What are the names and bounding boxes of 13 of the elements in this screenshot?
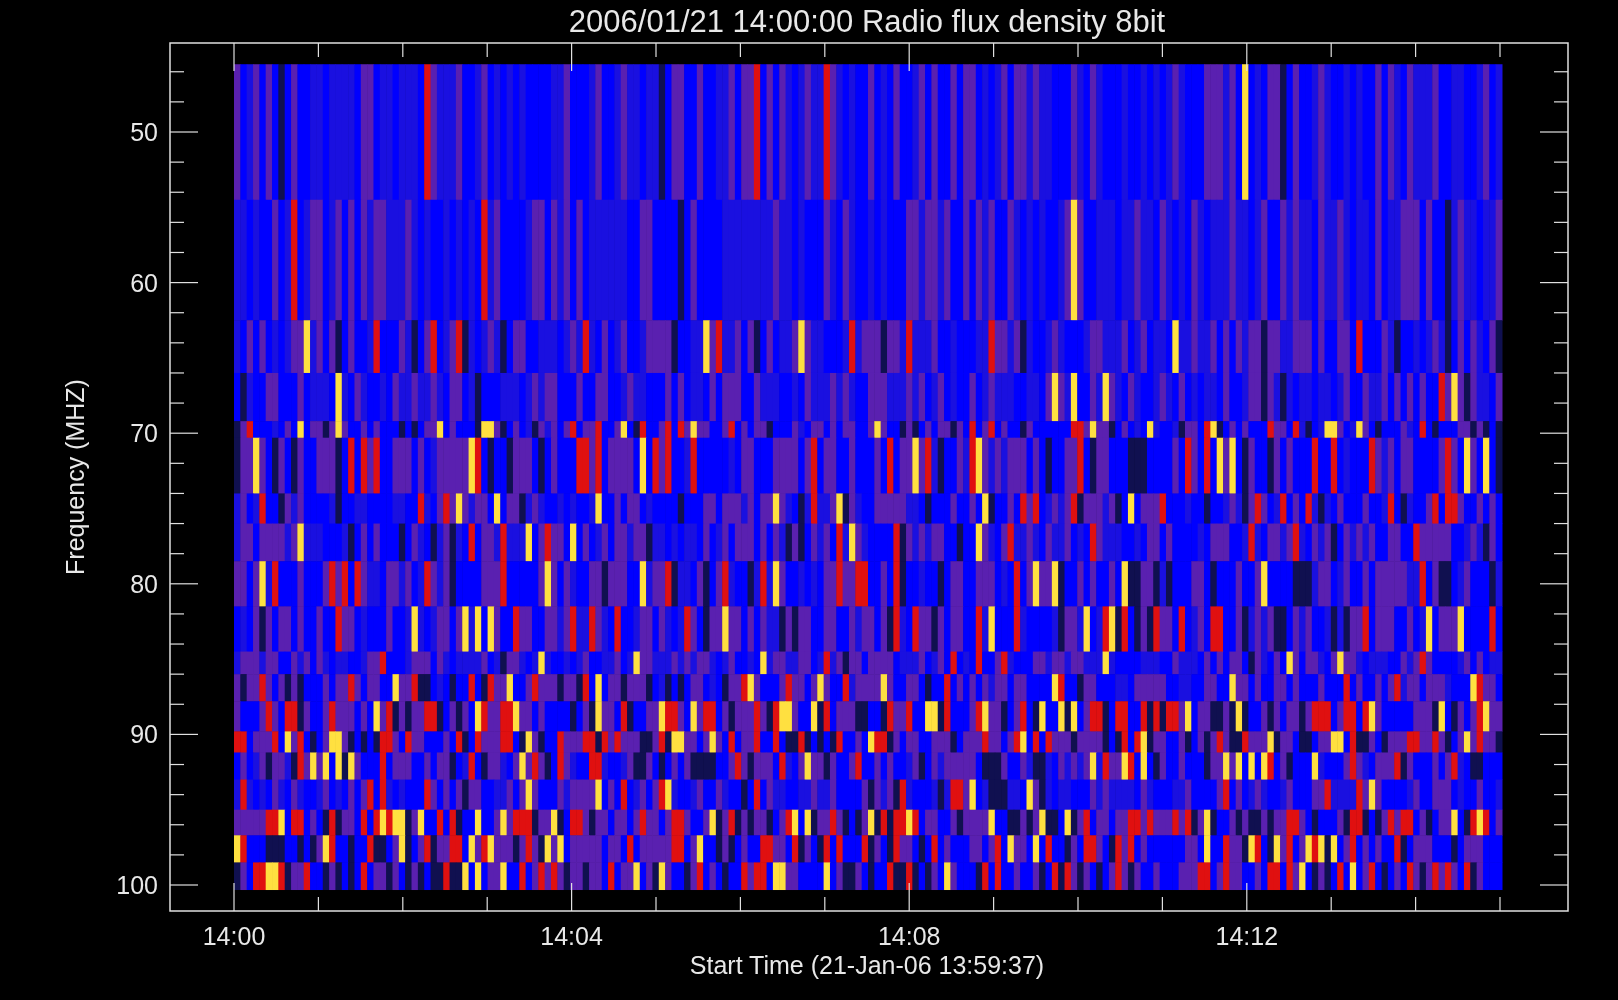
axis-tick-label: 70	[130, 419, 158, 448]
axis-tick-label: 14:00	[202, 922, 266, 950]
axis-tick-label: 14:04	[540, 922, 603, 950]
axis-tick-label: 60	[130, 268, 158, 297]
axis-label: Start Time (21-Jan-06 13:59:37)	[689, 951, 1045, 979]
axis-tick-label: 80	[130, 569, 158, 598]
axis-tick-label: 14:08	[877, 922, 941, 950]
axis-tick-label: 14:12	[1215, 922, 1279, 950]
axis-tick-label: 50	[130, 118, 158, 146]
axis-tick-label: 100	[116, 871, 158, 899]
axis-label: Frequency (MHZ)	[61, 379, 89, 575]
axis-tick-label: 90	[130, 720, 158, 749]
plot-title: 2006/01/21 14:00:00 Radio flux density 8bit	[568, 4, 1166, 39]
